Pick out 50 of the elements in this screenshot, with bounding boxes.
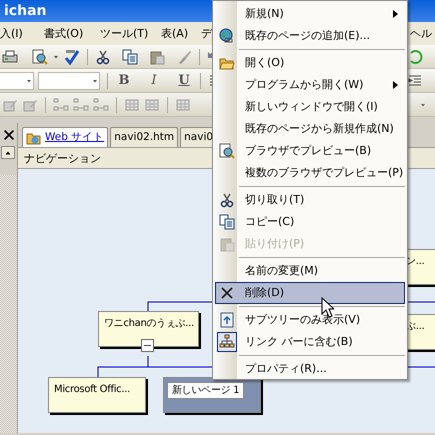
menu-bar-item[interactable]: ヘル (410, 26, 432, 42)
menu-item[interactable]: コピー(C) (215, 211, 405, 233)
globe-icon (219, 28, 235, 44)
paste-icon (219, 236, 235, 252)
indent-icon[interactable] (407, 72, 423, 88)
collapse-button[interactable] (141, 339, 154, 352)
tree-icon[interactable] (53, 96, 69, 112)
subtree-icon (219, 312, 235, 328)
delete-icon (219, 285, 235, 301)
copy-icon[interactable] (122, 48, 138, 64)
table-icon[interactable] (175, 96, 191, 112)
printer-icon[interactable] (2, 48, 18, 64)
hierarchy-icon (219, 334, 235, 350)
copy-icon (219, 214, 235, 230)
menu-item[interactable]: リンク バーに含む(B) (215, 331, 405, 353)
menu-bar-item[interactable]: デ (201, 26, 212, 42)
menu-item[interactable]: 削除(D) (215, 282, 405, 304)
preview-icon (219, 143, 235, 159)
close-icon[interactable] (2, 128, 16, 142)
menu-item[interactable]: 新規(N) (215, 3, 405, 25)
underline-button[interactable]: U (175, 70, 193, 90)
menu-bar-item[interactable]: 入(I) (0, 26, 23, 42)
menu-bar-item[interactable]: 書式(O) (44, 26, 84, 42)
page-node[interactable]: Microsoft Offic... (48, 377, 146, 413)
paste-icon[interactable] (149, 48, 165, 64)
menu-item[interactable]: 名前の変更(M) (215, 260, 405, 282)
cut-icon (219, 192, 235, 208)
menu-item[interactable]: プロパティ(R)... (215, 358, 405, 380)
menu-item[interactable]: 切り取り(T) (215, 189, 405, 211)
tab[interactable]: navi02.htm (110, 127, 178, 147)
tree-icon[interactable] (73, 96, 89, 112)
menu-item[interactable]: 開く(O) (215, 52, 405, 74)
menu-item[interactable]: プログラムから開く(W) (215, 74, 405, 96)
page-node[interactable]: ワニchanのうぇぶ... (98, 311, 199, 347)
menu-bar-item[interactable]: 表(A) (161, 26, 188, 42)
page-node[interactable]: 新しいページ 1 (163, 377, 261, 413)
menu-item[interactable]: 既存のページから新規作成(N) (215, 118, 405, 140)
brush-icon[interactable] (176, 48, 192, 64)
scroll-up-button[interactable] (1, 146, 15, 159)
menu-bar-item[interactable]: ツール(T) (100, 26, 148, 42)
table-icon[interactable] (124, 96, 140, 112)
bold-button[interactable]: B (115, 70, 133, 90)
tab[interactable]: Web サイト (22, 127, 108, 147)
tree-icon[interactable] (93, 96, 109, 112)
table-icon[interactable] (144, 96, 160, 112)
cut-icon[interactable] (95, 48, 111, 64)
italic-button[interactable]: I (145, 70, 163, 90)
print-preview-icon[interactable] (32, 48, 48, 64)
spelling-check-icon[interactable] (64, 48, 80, 64)
menu-item[interactable]: 既存のページの追加(E)... (215, 25, 405, 47)
